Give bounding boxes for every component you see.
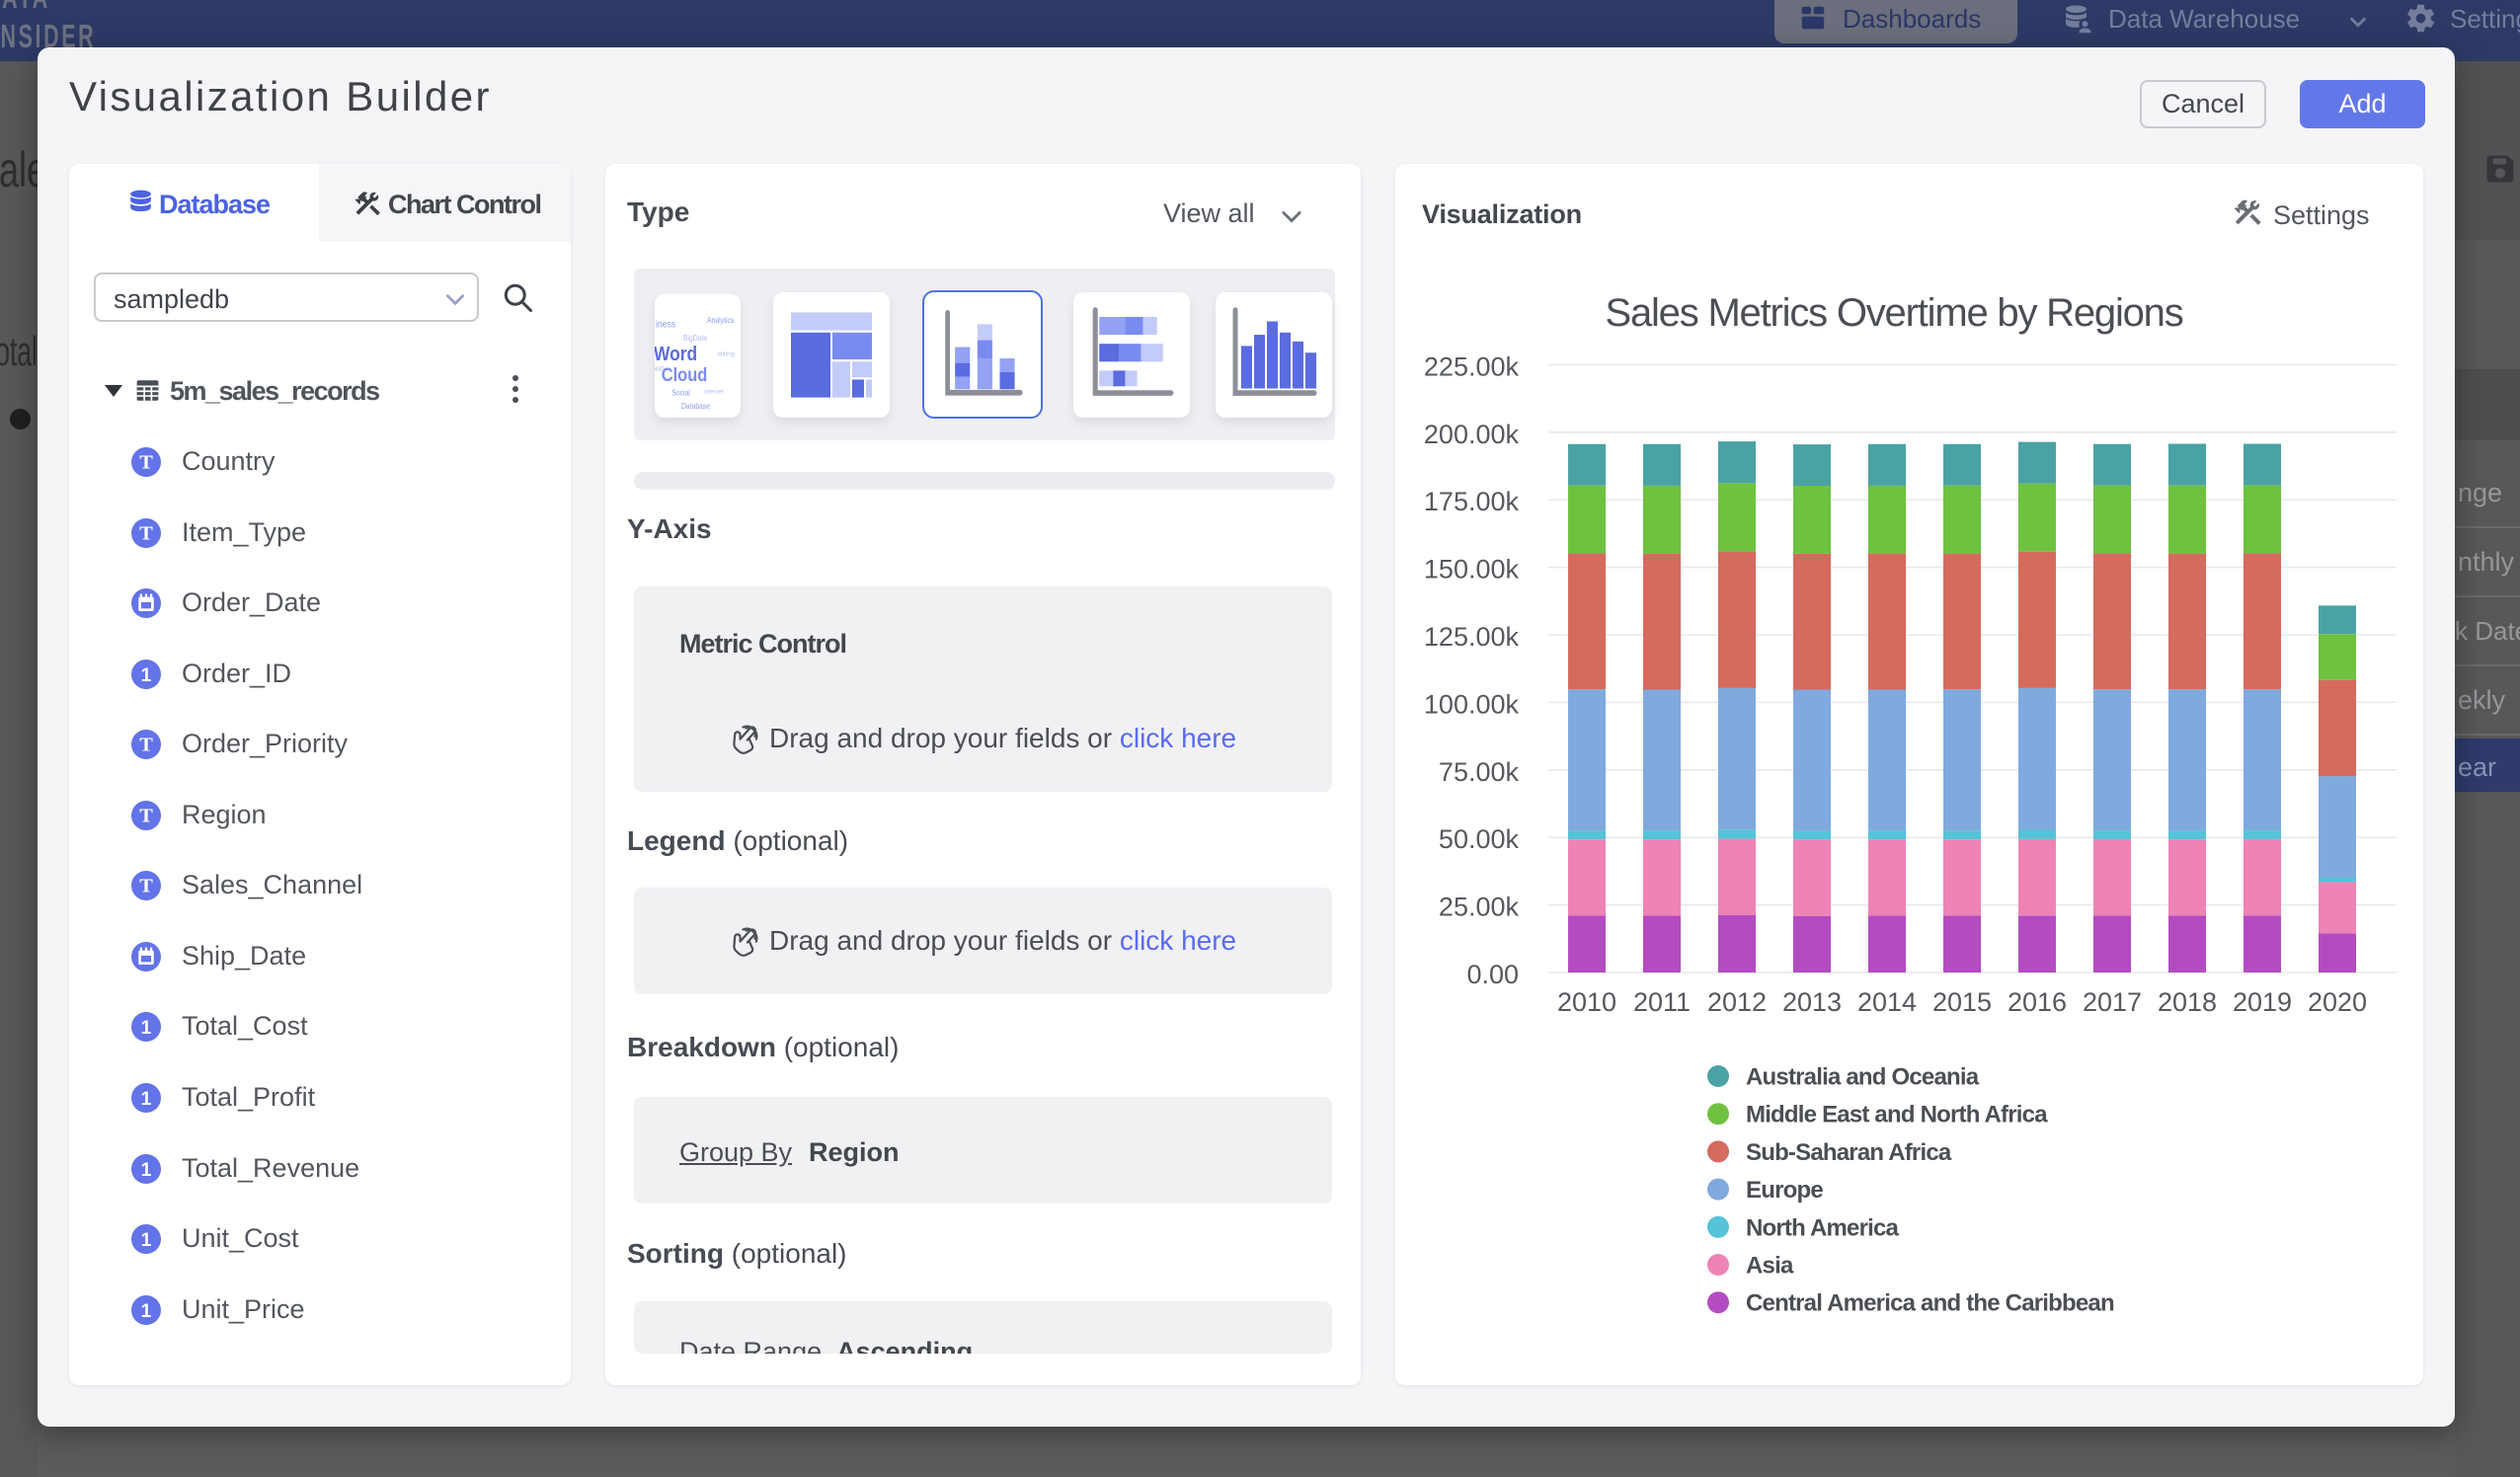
svg-text:1: 1 <box>141 1160 152 1181</box>
svg-text:2012: 2012 <box>1707 987 1767 1017</box>
svg-text:25.00k: 25.00k <box>1439 893 1520 922</box>
svg-text:0.00: 0.00 <box>1466 960 1519 989</box>
svg-text:Central America and the Caribb: Central America and the Caribbean <box>1746 1290 2114 1317</box>
svg-text:75.00k: 75.00k <box>1439 757 1520 787</box>
svg-text:Cloud: Cloud <box>662 364 708 385</box>
svg-text:1: 1 <box>141 1301 152 1322</box>
svg-text:Sales Metrics Overtime by Regi: Sales Metrics Overtime by Regions <box>1605 291 2182 335</box>
svg-text:2019: 2019 <box>2233 987 2292 1017</box>
svg-text:T: T <box>139 522 153 544</box>
svg-text:Sub-Saharan Africa: Sub-Saharan Africa <box>1746 1139 1952 1166</box>
svg-text:Asia: Asia <box>1746 1253 1794 1280</box>
svg-text:2013: 2013 <box>1782 987 1842 1017</box>
svg-text:1: 1 <box>141 1018 152 1039</box>
svg-text:T: T <box>139 734 153 755</box>
svg-text:175.00k: 175.00k <box>1424 487 1520 516</box>
svg-text:1: 1 <box>141 1089 152 1110</box>
svg-text:2010: 2010 <box>1557 987 1616 1017</box>
svg-text:225.00k: 225.00k <box>1424 351 1520 381</box>
svg-text:2020: 2020 <box>2308 987 2367 1017</box>
svg-text:2015: 2015 <box>1932 987 1992 1017</box>
svg-text:100.00k: 100.00k <box>1424 689 1520 719</box>
svg-text:iness: iness <box>656 318 676 330</box>
svg-text:Word: Word <box>655 343 697 364</box>
svg-text:1: 1 <box>141 1230 152 1251</box>
svg-text:2011: 2011 <box>1633 987 1691 1017</box>
svg-text:T: T <box>139 875 153 896</box>
svg-text:2018: 2018 <box>2158 987 2217 1017</box>
svg-text:200.00k: 200.00k <box>1424 420 1520 449</box>
svg-text:50.00k: 50.00k <box>1439 824 1520 854</box>
svg-text:1: 1 <box>141 665 152 686</box>
svg-text:text: text <box>655 364 664 374</box>
svg-text:150.00k: 150.00k <box>1424 555 1520 584</box>
svg-text:T: T <box>139 451 153 473</box>
svg-text:Europe: Europe <box>1746 1177 1823 1204</box>
svg-text:BigData: BigData <box>683 333 708 343</box>
svg-text:Database: Database <box>681 402 710 412</box>
svg-text:Australia and Oceania: Australia and Oceania <box>1746 1064 1980 1091</box>
svg-text:Analytics: Analytics <box>707 316 734 326</box>
svg-text:2016: 2016 <box>2008 987 2067 1017</box>
svg-text:Middle East and North Africa: Middle East and North Africa <box>1746 1102 2048 1128</box>
svg-text:internet: internet <box>704 388 724 395</box>
svg-text:125.00k: 125.00k <box>1424 622 1520 652</box>
svg-text:Mining: Mining <box>718 350 736 357</box>
svg-text:T: T <box>139 805 153 826</box>
svg-text:North America: North America <box>1746 1214 1900 1241</box>
svg-text:2014: 2014 <box>1857 987 1917 1017</box>
svg-text:Social: Social <box>671 388 690 398</box>
svg-text:2017: 2017 <box>2083 987 2142 1017</box>
